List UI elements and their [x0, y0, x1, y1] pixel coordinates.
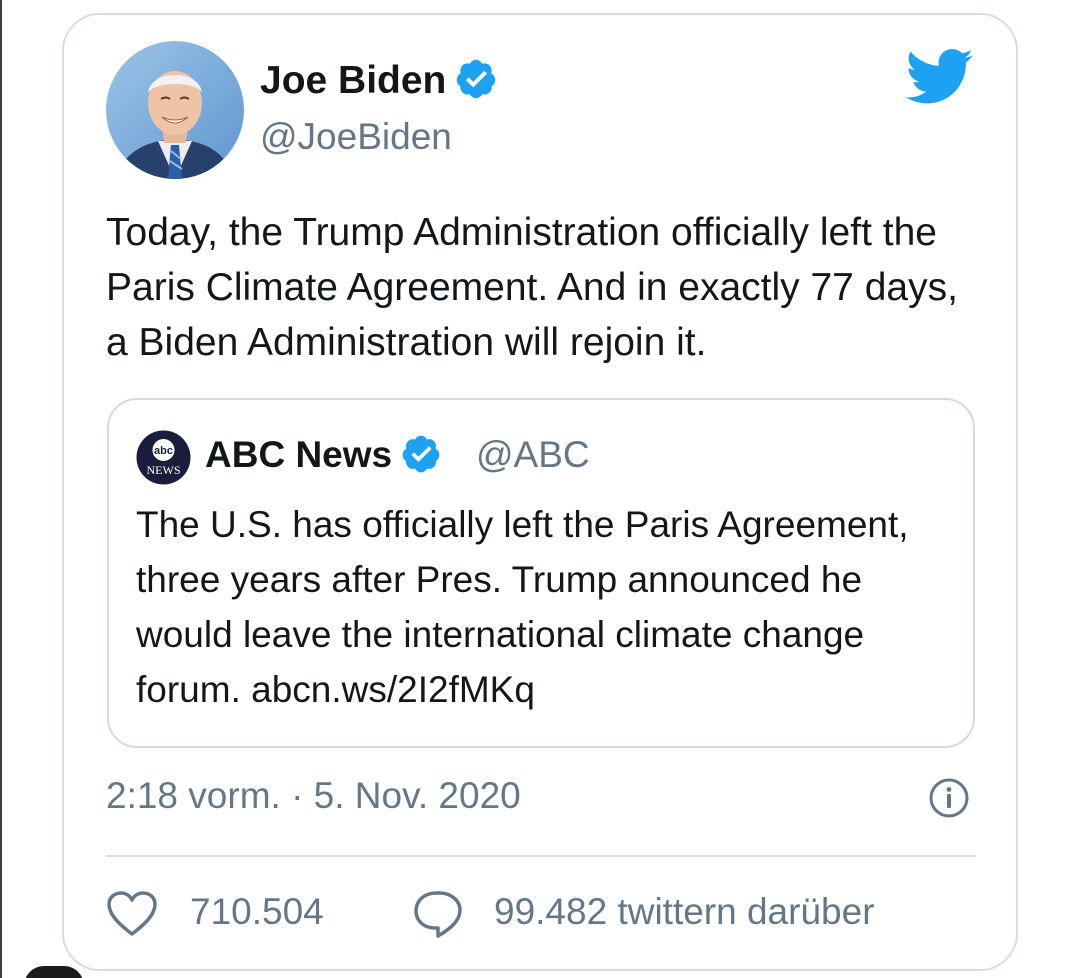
tweet-text: Today, the Trump Administration official…: [106, 211, 958, 364]
window-edge: [0, 0, 2, 978]
quoted-author-name[interactable]: ABC News: [205, 430, 442, 480]
speech-bubble-icon[interactable]: [412, 888, 464, 940]
author-name-text: Joe Biden: [260, 59, 447, 102]
like-count[interactable]: 710.504: [190, 887, 324, 937]
quoted-author-handle[interactable]: @ABC: [476, 430, 590, 480]
verified-badge-icon: [457, 59, 496, 99]
background-shape: [24, 966, 84, 978]
info-icon[interactable]: [928, 777, 970, 819]
reply-count[interactable]: 99.482 twittern darüber: [494, 887, 875, 937]
page: Joe Biden @JoeBiden Today, the Trump Adm…: [0, 0, 1080, 978]
abc-logo-bottom-text: NEWS: [147, 463, 181, 477]
author-avatar[interactable]: [106, 41, 244, 179]
quoted-author-name-text: ABC News: [205, 434, 393, 475]
twitter-bird-icon[interactable]: [906, 48, 974, 106]
quoted-tweet-text: The U.S. has officially left the Paris A…: [136, 504, 909, 710]
tweet-timestamp[interactable]: 2:18 vorm. · 5. Nov. 2020: [106, 772, 521, 820]
heart-icon[interactable]: [106, 890, 158, 938]
abc-news-logo[interactable]: abc NEWS: [136, 430, 191, 485]
abc-logo-top-text: abc: [154, 445, 173, 457]
verified-badge-icon: [402, 435, 440, 473]
author-name[interactable]: Joe Biden: [260, 55, 498, 107]
divider: [106, 855, 976, 857]
author-handle[interactable]: @JoeBiden: [260, 112, 452, 162]
